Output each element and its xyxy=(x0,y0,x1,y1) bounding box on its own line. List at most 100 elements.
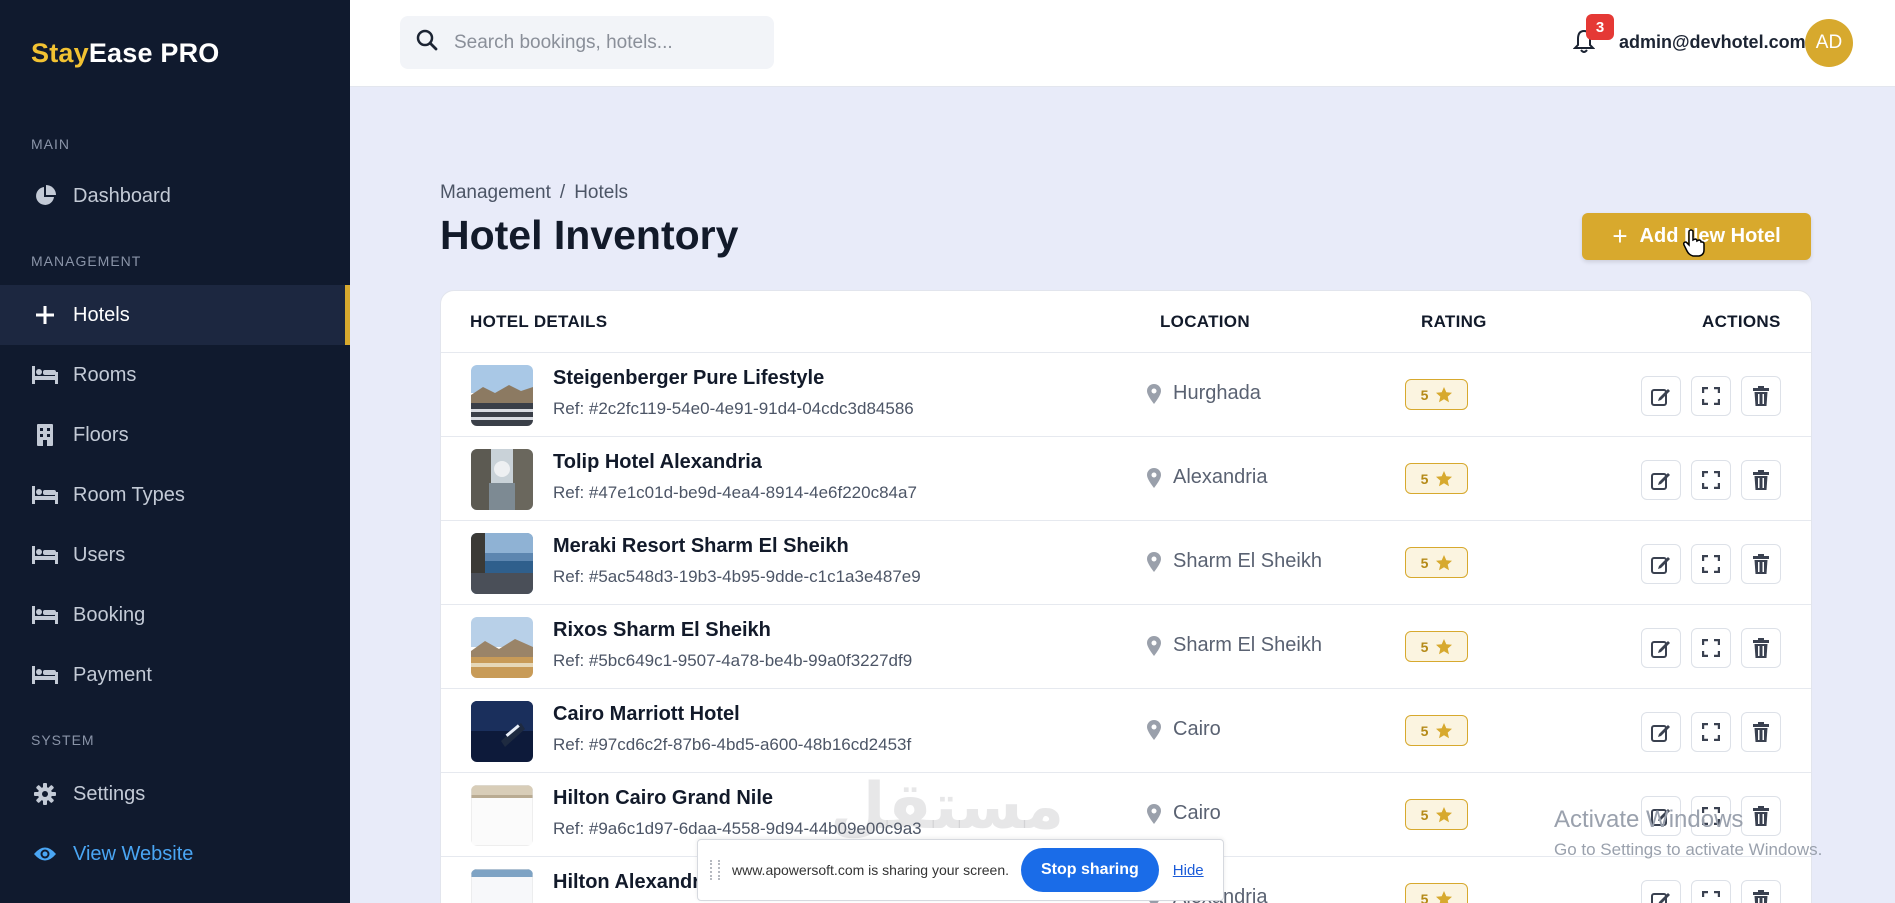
hotel-location: Cairo xyxy=(1147,718,1221,741)
hotel-location: Hurghada xyxy=(1147,382,1261,405)
delete-button[interactable] xyxy=(1741,376,1781,416)
edit-icon xyxy=(1651,893,1670,903)
table-row: Tolip Hotel Alexandria Ref: #47e1c01d-be… xyxy=(441,436,1811,520)
trash-icon xyxy=(1753,554,1769,574)
sidebar-item-floors[interactable]: Floors xyxy=(0,405,350,465)
hotel-location-text: Cairo xyxy=(1173,718,1221,740)
bed-icon xyxy=(31,543,59,567)
search-input[interactable] xyxy=(454,31,754,54)
edit-button[interactable] xyxy=(1641,712,1681,752)
avatar[interactable]: AD xyxy=(1805,19,1853,67)
rating-value: 5 xyxy=(1420,806,1429,823)
search-box[interactable] xyxy=(400,16,774,69)
hotel-thumbnail xyxy=(471,869,533,903)
watermark-subtitle: Go to Settings to activate Windows. xyxy=(1554,840,1823,859)
sidebar-item-booking[interactable]: Booking xyxy=(0,585,350,645)
expand-button[interactable] xyxy=(1691,712,1731,752)
arabic-watermark: مستقل xyxy=(830,770,1065,844)
map-pin-icon xyxy=(1147,467,1161,488)
notification-badge: 3 xyxy=(1586,14,1614,40)
breadcrumb-item-management[interactable]: Management xyxy=(440,182,551,203)
sidebar-item-label: Floors xyxy=(73,423,129,446)
sidebar-item-label: View Website xyxy=(73,842,194,865)
table-row: Cairo Marriott Hotel Ref: #97cd6c2f-87b6… xyxy=(441,688,1811,772)
plus-icon xyxy=(31,303,59,327)
map-pin-icon xyxy=(1147,719,1161,740)
delete-button[interactable] xyxy=(1741,628,1781,668)
map-pin-icon xyxy=(1147,803,1161,824)
table-row: Steigenberger Pure Lifestyle Ref: #2c2fc… xyxy=(441,352,1811,436)
delete-button[interactable] xyxy=(1741,880,1781,903)
edit-button[interactable] xyxy=(1641,376,1681,416)
hotel-location: Sharm El Sheikh xyxy=(1147,550,1322,573)
expand-button[interactable] xyxy=(1691,628,1731,668)
edit-icon xyxy=(1651,473,1670,490)
star-icon xyxy=(1436,470,1453,486)
expand-button[interactable] xyxy=(1691,544,1731,584)
hide-link[interactable]: Hide xyxy=(1173,862,1204,879)
edit-icon xyxy=(1651,725,1670,742)
hotel-ref: Ref: #5ac548d3-19b3-4b95-9dde-c1c1a3e487… xyxy=(553,567,921,586)
header-actions: ACTIONS xyxy=(1702,312,1781,331)
edit-button[interactable] xyxy=(1641,544,1681,584)
brand-logo[interactable]: StayEase PRO xyxy=(31,38,220,69)
edit-button[interactable] xyxy=(1641,880,1681,903)
sidebar-item-label: Users xyxy=(73,543,126,566)
plus-icon: + xyxy=(1612,221,1628,251)
expand-button[interactable] xyxy=(1691,376,1731,416)
edit-button[interactable] xyxy=(1641,460,1681,500)
sidebar-item-view-website[interactable]: View Website xyxy=(0,824,350,884)
sidebar-item-dashboard[interactable]: Dashboard xyxy=(0,166,350,226)
stop-sharing-button[interactable]: Stop sharing xyxy=(1021,848,1159,892)
star-icon xyxy=(1436,806,1453,822)
trash-icon xyxy=(1753,386,1769,406)
hotel-name: Tolip Hotel Alexandria xyxy=(553,451,762,473)
delete-button[interactable] xyxy=(1741,460,1781,500)
hotel-ref: Ref: #5bc649c1-9507-4a78-be4b-99a0f3227d… xyxy=(553,651,913,670)
brand-logo-part1: Stay xyxy=(31,38,89,68)
rating-badge: 5 xyxy=(1405,379,1468,410)
hotel-name: Steigenberger Pure Lifestyle xyxy=(553,367,825,389)
trash-icon xyxy=(1753,722,1769,742)
nav-section-main: MAIN xyxy=(31,136,70,152)
admin-email[interactable]: admin@devhotel.com xyxy=(1619,32,1806,53)
sidebar-item-hotels[interactable]: Hotels xyxy=(0,285,350,345)
breadcrumb-item-hotels: Hotels xyxy=(574,182,629,203)
edit-icon xyxy=(1651,389,1670,406)
star-icon xyxy=(1436,722,1453,738)
edit-button[interactable] xyxy=(1641,628,1681,668)
delete-button[interactable] xyxy=(1741,544,1781,584)
hotel-name: Rixos Sharm El Sheikh xyxy=(553,619,771,641)
sidebar-item-label: Rooms xyxy=(73,363,137,386)
sidebar-item-settings[interactable]: Settings xyxy=(0,764,350,824)
hotel-name: Meraki Resort Sharm El Sheikh xyxy=(553,535,849,557)
table-header: HOTEL DETAILS LOCATION RATING ACTIONS xyxy=(441,291,1811,353)
table-row: Rixos Sharm El Sheikh Ref: #5bc649c1-950… xyxy=(441,604,1811,688)
map-pin-icon xyxy=(1147,383,1161,404)
delete-button[interactable] xyxy=(1741,712,1781,752)
header-location: LOCATION xyxy=(1160,312,1250,331)
drag-handle-icon[interactable] xyxy=(710,860,720,880)
rating-badge: 5 xyxy=(1405,883,1468,903)
sidebar-item-payment[interactable]: Payment xyxy=(0,645,350,705)
expand-icon xyxy=(1702,387,1720,405)
rating-badge: 5 xyxy=(1405,799,1468,830)
hotel-location-text: Alexandria xyxy=(1173,466,1268,488)
rating-value: 5 xyxy=(1420,638,1429,655)
eye-icon xyxy=(31,842,59,866)
rating-value: 5 xyxy=(1420,386,1429,403)
sidebar-item-rooms[interactable]: Rooms xyxy=(0,345,350,405)
expand-button[interactable] xyxy=(1691,880,1731,903)
bed-icon xyxy=(31,603,59,627)
hotel-thumbnail xyxy=(471,365,533,426)
hotel-name: Cairo Marriott Hotel xyxy=(553,703,740,725)
hotel-thumbnail xyxy=(471,617,533,678)
expand-button[interactable] xyxy=(1691,460,1731,500)
sidebar-item-label: Dashboard xyxy=(73,184,171,207)
bed-icon xyxy=(31,663,59,687)
trash-icon xyxy=(1753,470,1769,490)
hotel-ref: Ref: #47e1c01d-be9d-4ea4-8914-4e6f220c84… xyxy=(553,483,917,502)
sidebar-item-users[interactable]: Users xyxy=(0,525,350,585)
sidebar-item-room-types[interactable]: Room Types xyxy=(0,465,350,525)
sidebar-item-label: Hotels xyxy=(73,303,130,326)
